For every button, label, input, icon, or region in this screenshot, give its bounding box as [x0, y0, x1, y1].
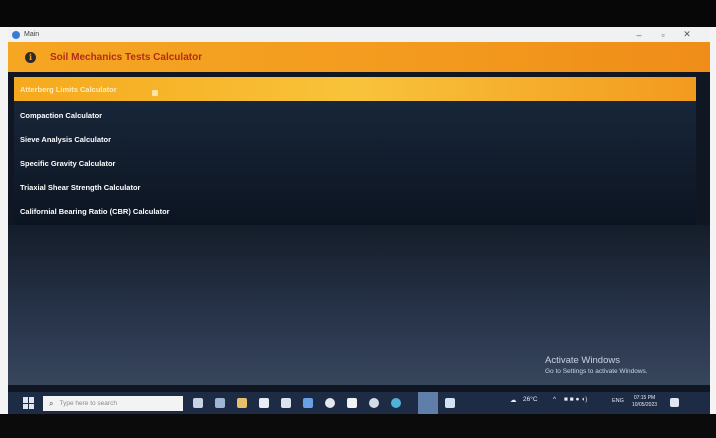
system-clock[interactable]: 07:15 PM 10/05/2023: [632, 395, 657, 409]
chrome-icon[interactable]: [325, 398, 335, 408]
calculator-menu: Atterberg Limits Calculator Compaction C…: [14, 77, 696, 226]
bottom-letterbox: [0, 414, 716, 438]
search-icon: ⌕: [49, 398, 54, 408]
file-explorer-icon[interactable]: [237, 398, 247, 408]
store-icon[interactable]: [259, 398, 269, 408]
widgets-icon[interactable]: [215, 398, 225, 408]
taskbar: ⌕ Type here to search ☁ 26°C ^ ■ ■ ● ◖) …: [8, 392, 710, 414]
clock-time: 07:15 PM: [633, 395, 656, 401]
weather-temperature[interactable]: 26°C: [523, 396, 538, 403]
menu-item-label: Atterberg Limits Calculator: [20, 84, 117, 94]
watermark-title: Activate Windows: [545, 355, 620, 366]
tray-icons[interactable]: ■ ■ ● ◖): [564, 396, 587, 403]
menu-item-label: Sieve Analysis Calculator: [20, 134, 112, 144]
menu-item-triaxial-shear[interactable]: Triaxial Shear Strength Calculator: [14, 175, 696, 199]
screen: Main – ▫ ✕ i Soil Mechanics Tests Calcul…: [8, 27, 710, 414]
language-indicator[interactable]: ENG: [612, 398, 624, 404]
page-title: Soil Mechanics Tests Calculator: [50, 51, 203, 63]
word-icon[interactable]: [347, 398, 357, 408]
menu-item-atterberg-limits[interactable]: Atterberg Limits Calculator: [14, 77, 696, 101]
search-app-icon[interactable]: [369, 398, 379, 408]
windows-start-icon[interactable]: [23, 397, 35, 409]
app-icon: [12, 30, 20, 39]
search-placeholder: Type here to search: [59, 400, 117, 407]
menu-item-compaction[interactable]: Compaction Calculator: [14, 103, 696, 127]
mouse-cursor: [152, 90, 158, 96]
vscode-icon[interactable]: [303, 398, 313, 408]
window-title: Main: [24, 31, 40, 38]
edge-icon[interactable]: [391, 398, 401, 408]
menu-item-sieve-analysis[interactable]: Sieve Analysis Calculator: [14, 127, 696, 151]
menu-item-label: Californial Bearing Ratio (CBR) Calculat…: [20, 206, 170, 216]
activate-windows-watermark: Activate Windows Go to Settings to activ…: [545, 355, 648, 375]
info-icon[interactable]: i: [25, 51, 36, 63]
menu-item-cbr[interactable]: Californial Bearing Ratio (CBR) Calculat…: [14, 199, 696, 223]
running-app-icon[interactable]: [445, 398, 455, 408]
weather-icon[interactable]: ☁: [510, 396, 517, 404]
active-app-highlight[interactable]: [418, 392, 438, 414]
maximize-button[interactable]: ▫: [652, 27, 674, 42]
tray-chevron-up-icon[interactable]: ^: [553, 396, 556, 403]
mail-icon[interactable]: [281, 398, 291, 408]
menu-item-specific-gravity[interactable]: Specific Gravity Calculator: [14, 151, 696, 175]
task-view-icon[interactable]: [193, 398, 203, 408]
notifications-icon[interactable]: [670, 398, 679, 407]
close-button[interactable]: ✕: [676, 27, 698, 42]
window-title-bar: Main – ▫ ✕: [8, 27, 710, 42]
clock-date: 10/05/2023: [632, 402, 658, 408]
top-letterbox: [0, 0, 716, 27]
app-header: i Soil Mechanics Tests Calculator: [8, 42, 710, 72]
taskbar-search-input[interactable]: ⌕ Type here to search: [43, 396, 183, 411]
menu-item-label: Triaxial Shear Strength Calculator: [20, 182, 141, 192]
menu-item-label: Specific Gravity Calculator: [20, 158, 116, 168]
watermark-subtitle: Go to Settings to activate Windows.: [545, 368, 648, 375]
minimize-button[interactable]: –: [628, 27, 650, 42]
menu-item-label: Compaction Calculator: [20, 110, 103, 120]
